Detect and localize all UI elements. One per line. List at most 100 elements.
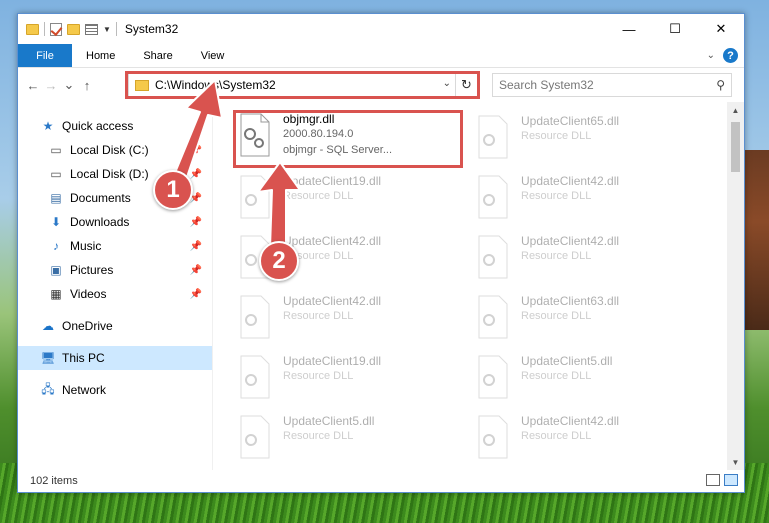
close-button[interactable]: ✕ <box>698 14 744 44</box>
item-count: 102 items <box>30 475 78 487</box>
list-item[interactable]: UpdateClient42.dll Resource DLL <box>475 174 705 230</box>
sidebar-item-downloads[interactable]: ⬇ Downloads 📌 <box>18 210 212 234</box>
minimize-button[interactable]: — <box>606 14 652 44</box>
computer-icon: 🖥 <box>40 351 56 365</box>
sidebar-item-label: Documents <box>70 191 131 205</box>
tiles-view-icon[interactable] <box>724 474 738 486</box>
recent-locations-button[interactable]: ⌄ <box>60 77 78 93</box>
callout-step-1: 1 <box>153 170 193 210</box>
dll-file-icon <box>237 354 273 400</box>
sidebar-item-music[interactable]: ♪ Music 📌 <box>18 234 212 258</box>
sidebar-item-network[interactable]: 🖧 Network <box>18 378 212 402</box>
maximize-button[interactable]: ☐ <box>652 14 698 44</box>
sidebar-item-label: Pictures <box>70 263 114 277</box>
file-name: UpdateClient63.dll <box>521 294 620 308</box>
drive-icon: ▭ <box>50 143 62 157</box>
music-icon: ♪ <box>53 239 59 253</box>
sidebar-item-label: Local Disk (D:) <box>70 167 149 181</box>
downloads-icon: ⬇ <box>50 215 62 229</box>
details-view-icon[interactable] <box>706 474 720 486</box>
tab-file[interactable]: File <box>18 44 72 67</box>
dll-file-icon <box>237 414 273 460</box>
list-item[interactable]: UpdateClient65.dll Resource DLL <box>475 114 705 170</box>
sidebar-item-quick-access[interactable]: ★ Quick access <box>18 114 212 138</box>
tab-home[interactable]: Home <box>72 44 129 67</box>
dll-file-icon <box>475 114 511 160</box>
file-type: Resource DLL <box>521 250 592 262</box>
star-icon: ★ <box>42 119 54 133</box>
file-type: Resource DLL <box>521 130 592 142</box>
file-name: UpdateClient42.dll <box>283 234 382 248</box>
drive-icon: ▭ <box>50 167 62 181</box>
search-box[interactable]: Search System32 ⚲ <box>492 73 732 97</box>
pin-icon[interactable]: 📌 <box>190 217 202 228</box>
list-item[interactable]: UpdateClient63.dll Resource DLL <box>475 294 705 350</box>
search-icon[interactable]: ⚲ <box>716 78 725 92</box>
dll-file-icon <box>475 294 511 340</box>
sidebar-item-label: Network <box>62 383 107 397</box>
tab-view[interactable]: View <box>187 44 239 67</box>
pictures-icon: ▣ <box>50 263 62 277</box>
divider <box>44 22 45 36</box>
sidebar-item-label: Quick access <box>62 119 134 133</box>
file-name: UpdateClient5.dll <box>283 414 375 428</box>
properties-check-icon[interactable] <box>50 22 62 36</box>
list-item[interactable]: UpdateClient5.dll Resource DLL <box>237 414 467 470</box>
file-name: UpdateClient42.dll <box>521 174 620 188</box>
list-item[interactable]: UpdateClient42.dll Resource DLL <box>475 414 705 470</box>
list-item[interactable]: UpdateClient19.dll Resource DLL <box>237 354 467 410</box>
list-item[interactable]: UpdateClient5.dll Resource DLL <box>475 354 705 410</box>
sidebar-item-onedrive[interactable]: ☁ OneDrive <box>18 314 212 338</box>
file-type: Resource DLL <box>283 430 354 442</box>
file-type: Resource DLL <box>521 190 592 202</box>
file-type: Resource DLL <box>521 430 592 442</box>
sidebar-item-local-disk-c[interactable]: ▭ Local Disk (C:) 📌 <box>18 138 212 162</box>
pin-icon[interactable]: 📌 <box>190 145 202 156</box>
list-item[interactable]: UpdateClient42.dll Resource DLL <box>237 294 467 350</box>
file-type: Resource DLL <box>521 370 592 382</box>
properties-icon[interactable] <box>85 23 98 35</box>
pin-icon[interactable]: 📌 <box>190 265 202 276</box>
file-name: UpdateClient19.dll <box>283 354 382 368</box>
list-item[interactable]: UpdateClient19.dll Resource DLL <box>237 174 467 230</box>
file-name: UpdateClient65.dll <box>521 114 620 128</box>
list-item[interactable]: UpdateClient42.dll Resource DLL <box>475 234 705 290</box>
file-list: objmgr.dll 2000.80.194.0 objmgr - SQL Se… <box>213 102 744 470</box>
scroll-down-icon[interactable]: ▼ <box>727 454 744 470</box>
back-button[interactable]: ← <box>24 78 42 93</box>
network-icon: 🖧 <box>41 381 55 396</box>
documents-icon: ▤ <box>50 191 62 205</box>
address-bar-highlight <box>125 71 480 99</box>
pin-icon[interactable]: 📌 <box>190 241 202 252</box>
sidebar-item-this-pc[interactable]: 🖥 This PC <box>18 346 212 370</box>
callout-step-2: 2 <box>259 241 299 281</box>
window-title: System32 <box>124 22 179 36</box>
navigation-bar: ← → ⌄ ↑ C:\Windows\System32 ⌄ ↻ Search S… <box>18 68 744 102</box>
tab-share[interactable]: Share <box>129 44 186 67</box>
expand-ribbon-chevron-icon[interactable]: ⌄ <box>707 50 715 61</box>
view-switcher <box>706 474 738 486</box>
dll-file-icon <box>475 354 511 400</box>
customize-dropdown-icon[interactable]: ▼ <box>103 25 111 34</box>
sidebar-item-pictures[interactable]: ▣ Pictures 📌 <box>18 258 212 282</box>
new-folder-icon[interactable] <box>67 23 80 35</box>
pin-icon[interactable]: 📌 <box>190 289 202 300</box>
sidebar-item-label: Music <box>70 239 102 253</box>
window-controls: — ☐ ✕ <box>606 14 744 44</box>
file-name: UpdateClient42.dll <box>283 294 382 308</box>
scroll-up-icon[interactable]: ▲ <box>727 102 744 118</box>
dll-file-icon <box>475 414 511 460</box>
sidebar-item-label: Local Disk (C:) <box>70 143 149 157</box>
forward-button[interactable]: → <box>42 78 60 93</box>
status-bar: 102 items <box>18 470 744 492</box>
scrollbar-thumb[interactable] <box>731 122 740 172</box>
dll-file-icon <box>475 234 511 280</box>
pin-icon[interactable]: 📌 <box>190 169 202 180</box>
vertical-scrollbar[interactable]: ▲ ▼ <box>727 102 744 470</box>
sidebar-item-label: Downloads <box>70 215 130 229</box>
up-button[interactable]: ↑ <box>78 78 96 93</box>
search-input[interactable]: Search System32 <box>499 78 594 92</box>
help-icon[interactable]: ? <box>723 48 738 63</box>
sidebar-item-label: This PC <box>62 351 105 365</box>
sidebar-item-videos[interactable]: ▦ Videos 📌 <box>18 282 212 306</box>
